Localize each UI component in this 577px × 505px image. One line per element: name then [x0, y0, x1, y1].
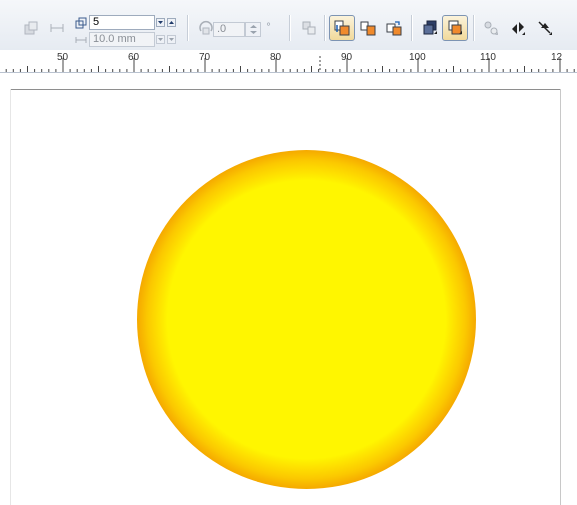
page-border-top [10, 89, 561, 90]
misc-blend-options-icon [484, 21, 498, 35]
counterclockwise-blend-button[interactable] [381, 15, 407, 41]
object-color-accel-button[interactable] [417, 15, 443, 41]
horizontal-ruler[interactable]: 50 60 70 80 90 100 110 12 [0, 50, 577, 73]
ruler-label: 12 [551, 52, 563, 63]
start-end-props-button[interactable] [505, 15, 531, 41]
steps-icon [73, 15, 89, 30]
offset-row: 10.0 mm [73, 32, 176, 47]
ruler-label: 60 [128, 52, 140, 63]
separator [187, 15, 189, 41]
ruler-label: 110 [480, 52, 496, 63]
offset-spin[interactable] [167, 35, 176, 44]
path-props-icon [538, 21, 552, 35]
blend-preset-button[interactable] [18, 15, 44, 41]
steps-spin-up[interactable] [167, 18, 176, 27]
loop-blend-button[interactable] [296, 15, 322, 41]
blend-spacing-icon [50, 24, 64, 32]
contour-circle-object[interactable] [137, 150, 476, 489]
ruler-label: 100 [409, 52, 426, 63]
path-props-button[interactable] [532, 15, 558, 41]
counterclockwise-blend-icon [386, 21, 402, 36]
chevron-down-icon [158, 38, 163, 41]
separator [473, 15, 475, 41]
page-border-left [10, 89, 11, 505]
ruler-label: 50 [57, 52, 69, 63]
angle-input[interactable]: .0 [213, 22, 245, 37]
blend-spacing-button[interactable] [44, 15, 70, 41]
chevron-down-icon [169, 38, 174, 41]
separator [411, 15, 413, 41]
separator [324, 15, 326, 41]
property-bar: 5 10.0 mm .0 ° [0, 0, 577, 51]
chevron-down-icon [158, 21, 163, 24]
clockwise-blend-icon [360, 21, 376, 36]
misc-blend-options-button[interactable] [478, 15, 504, 41]
ruler-label: 80 [270, 52, 282, 63]
offset-icon [73, 32, 89, 47]
loop-blend-icon [302, 21, 316, 35]
start-end-props-icon [512, 22, 525, 35]
separator [289, 15, 291, 41]
blend-preset-icon [24, 21, 38, 35]
steps-dropdown[interactable] [156, 18, 165, 27]
offset-input[interactable]: 10.0 mm [89, 32, 155, 47]
object-color-accel-icon [423, 20, 437, 35]
angle-spinner[interactable] [245, 22, 261, 37]
steps-row: 5 [73, 15, 176, 30]
degree-label: ° [266, 22, 271, 33]
direct-blend-button[interactable] [329, 15, 355, 41]
direct-blend-icon [334, 20, 350, 36]
page-border-right [560, 89, 561, 505]
accelerate-sizes-button[interactable] [442, 15, 468, 41]
chevron-up-icon [169, 21, 174, 24]
accelerate-sizes-icon [448, 20, 462, 35]
offset-dropdown[interactable] [156, 35, 165, 44]
drawing-canvas[interactable] [0, 73, 577, 505]
ruler-label: 90 [341, 52, 353, 63]
spinner-arrows-icon [249, 25, 257, 34]
ruler-label: 70 [199, 52, 211, 63]
clockwise-blend-button[interactable] [355, 15, 381, 41]
steps-input[interactable]: 5 [89, 15, 155, 30]
angle-row: .0 ° [213, 22, 271, 37]
